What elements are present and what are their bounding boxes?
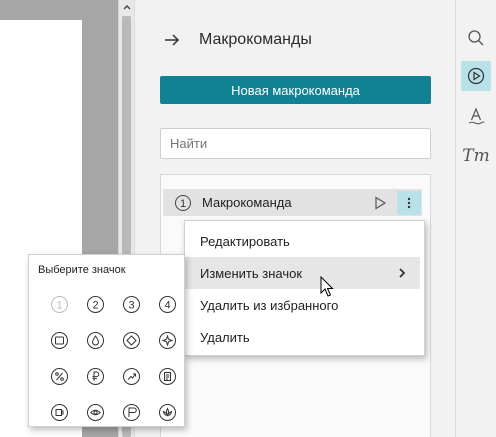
- icon-option-flag[interactable]: [113, 394, 149, 430]
- more-options-button[interactable]: [397, 190, 421, 215]
- mouse-cursor-icon: [320, 276, 334, 297]
- chevron-right-icon: [399, 268, 406, 278]
- icon-option-cup[interactable]: [41, 394, 77, 430]
- icon-option-drop[interactable]: [77, 322, 113, 358]
- icon-option-ruble[interactable]: [77, 358, 113, 394]
- icon-option-lotus[interactable]: [149, 394, 185, 430]
- menu-item-delete[interactable]: Удалить: [185, 321, 424, 353]
- number-1-icon: 1: [50, 295, 68, 313]
- icon-option-number-1[interactable]: 1: [41, 286, 77, 322]
- icon-grid: 1 2 3 4: [41, 286, 185, 430]
- cup-icon: [50, 403, 68, 421]
- macros-tool-button[interactable]: [461, 61, 491, 91]
- new-macro-button[interactable]: Новая макрокоманда: [160, 76, 431, 104]
- typography-icon: Tт: [462, 146, 490, 166]
- typography-tool-button[interactable]: Tт: [461, 141, 491, 171]
- macro-label: Макрокоманда: [202, 195, 292, 210]
- panel-title: Макрокоманды: [199, 31, 312, 48]
- number-1-icon: 1: [175, 194, 191, 211]
- eye-icon: [86, 403, 104, 421]
- icon-option-diamond[interactable]: [113, 322, 149, 358]
- menu-item-edit[interactable]: Редактировать: [185, 225, 424, 257]
- arrow-right-icon[interactable]: [163, 31, 181, 49]
- scroll-up-arrow-icon[interactable]: [122, 3, 132, 13]
- number-3-icon: 3: [122, 295, 140, 313]
- text-style-tool-button[interactable]: [461, 101, 491, 131]
- icon-option-square[interactable]: [41, 322, 77, 358]
- play-icon[interactable]: [373, 195, 387, 210]
- svg-text:1: 1: [56, 299, 62, 311]
- svg-text:2: 2: [92, 299, 98, 311]
- icon-option-eye[interactable]: [77, 394, 113, 430]
- square-icon: [50, 331, 68, 349]
- icon-option-percent[interactable]: [41, 358, 77, 394]
- icon-picker-title: Выберите значок: [38, 264, 126, 276]
- panel-header: Макрокоманды: [163, 28, 312, 52]
- icon-option-number-2[interactable]: 2: [77, 286, 113, 322]
- number-2-icon: 2: [86, 295, 104, 313]
- menu-item-change-icon[interactable]: Изменить значок: [185, 257, 420, 289]
- menu-item-remove-from-favorites[interactable]: Удалить из избранного: [185, 289, 424, 321]
- flag-icon: [122, 403, 140, 421]
- context-menu: Редактировать Изменить значок Удалить из…: [184, 220, 425, 356]
- svg-text:1: 1: [180, 198, 186, 210]
- drop-icon: [86, 331, 104, 349]
- icon-picker: Выберите значок 1 2 3 4: [28, 254, 185, 427]
- icon-option-document[interactable]: [149, 358, 185, 394]
- search-icon: [468, 30, 484, 46]
- svg-text:4: 4: [164, 299, 170, 311]
- diamond-icon: [122, 331, 140, 349]
- lotus-icon: [158, 403, 176, 421]
- star-icon: [158, 331, 176, 349]
- icon-option-number-3[interactable]: 3: [113, 286, 149, 322]
- vertical-dots-icon: [407, 197, 411, 208]
- play-circle-icon: [467, 67, 485, 85]
- macro-list-item[interactable]: 1 Макрокоманда: [163, 189, 422, 216]
- icon-option-number-4[interactable]: 4: [149, 286, 185, 322]
- right-toolbar: Tт: [455, 0, 496, 437]
- svg-text:3: 3: [128, 299, 134, 311]
- text-style-icon: [468, 107, 485, 125]
- icon-option-star[interactable]: [149, 322, 185, 358]
- ruble-icon: [86, 367, 104, 385]
- search-tool-button[interactable]: [461, 23, 491, 53]
- search-input[interactable]: [160, 128, 431, 159]
- document-icon: [158, 367, 176, 385]
- percent-icon: [50, 367, 68, 385]
- trend-up-icon: [122, 367, 140, 385]
- number-4-icon: 4: [158, 295, 176, 313]
- icon-option-trend-up[interactable]: [113, 358, 149, 394]
